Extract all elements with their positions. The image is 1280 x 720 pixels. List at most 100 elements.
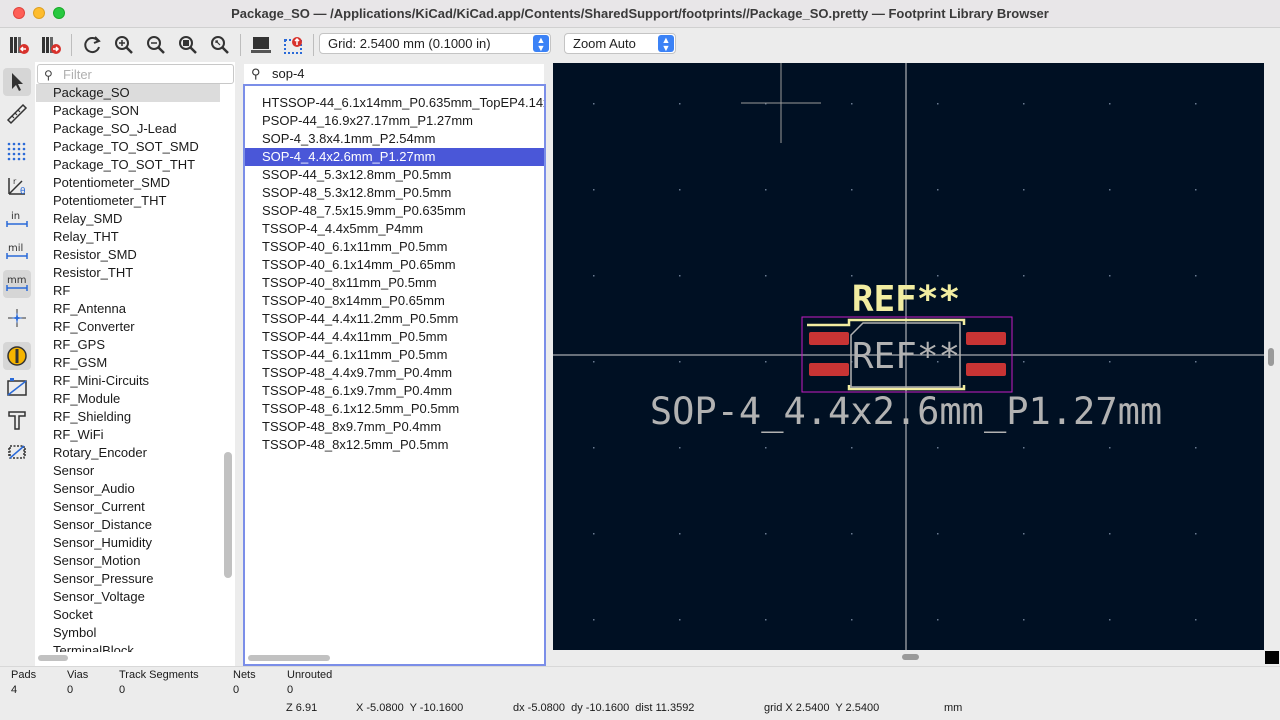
library-list-item[interactable]: Sensor_Pressure: [36, 570, 220, 588]
zoom-in-icon[interactable]: [111, 32, 137, 58]
units-mm-icon[interactable]: mm: [3, 270, 31, 298]
footprint-list-item[interactable]: TSSOP-4_4.4x5mm_P4mm: [245, 220, 544, 238]
grid-dot: [1109, 189, 1111, 191]
library-list-item[interactable]: RF_Mini-Circuits: [36, 372, 220, 390]
zoom-out-icon[interactable]: [143, 32, 169, 58]
library-list-item[interactable]: RF_Shielding: [36, 408, 220, 426]
grid-select[interactable]: Grid: 2.5400 mm (0.1000 in) ▲ ▼: [319, 33, 551, 54]
library-list-item[interactable]: Sensor_Audio: [36, 480, 220, 498]
grid-toggle-icon[interactable]: [3, 138, 31, 166]
footprint-list-item[interactable]: TSSOP-44_4.4x11.2mm_P0.5mm: [245, 310, 544, 328]
reference-fab-text[interactable]: REF**: [852, 336, 960, 377]
grid-dot: [851, 533, 853, 535]
pad-3[interactable]: [966, 363, 1006, 376]
footprint-list-item[interactable]: TSSOP-40_6.1x14mm_P0.65mm: [245, 256, 544, 274]
canvas-drawing: REF** REF** SOP-4_4.4x2.6mm_P1.27mm: [553, 63, 1264, 650]
pad-1[interactable]: [809, 332, 849, 345]
library-list-item[interactable]: Relay_SMD: [36, 210, 220, 228]
library-list-item[interactable]: RF_WiFi: [36, 426, 220, 444]
library-list-item[interactable]: Socket: [36, 606, 220, 624]
library-list-vertical-scrollbar[interactable]: [224, 452, 232, 578]
footprint-list-item[interactable]: TSSOP-44_6.1x11mm_P0.5mm: [245, 346, 544, 364]
footprint-list-item[interactable]: TSSOP-48_8x9.7mm_P0.4mm: [245, 418, 544, 436]
library-list-item[interactable]: Sensor_Current: [36, 498, 220, 516]
footprint-list-item[interactable]: SSOP-44_5.3x12.8mm_P0.5mm: [245, 166, 544, 184]
footprint-canvas[interactable]: REF** REF** SOP-4_4.4x2.6mm_P1.27mm: [553, 63, 1264, 650]
library-list-item[interactable]: Sensor_Voltage: [36, 588, 220, 606]
measure-tool-icon[interactable]: [3, 100, 31, 128]
units-mil-icon[interactable]: mil: [3, 238, 31, 266]
footprint-list-item[interactable]: SSOP-48_5.3x12.8mm_P0.5mm: [245, 184, 544, 202]
pad-2[interactable]: [809, 363, 849, 376]
library-list-item[interactable]: Package_TO_SOT_THT: [36, 156, 220, 174]
3d-viewer-icon[interactable]: [248, 32, 274, 58]
library-list-item[interactable]: RF_GPS: [36, 336, 220, 354]
footprint-list-item[interactable]: TSSOP-48_4.4x9.7mm_P0.4mm: [245, 364, 544, 382]
redraw-icon[interactable]: [79, 32, 105, 58]
footprint-list-item[interactable]: TSSOP-40_8x11mm_P0.5mm: [245, 274, 544, 292]
library-list-horizontal-scrollbar[interactable]: [38, 655, 68, 661]
library-list-item[interactable]: Sensor_Motion: [36, 552, 220, 570]
footprint-search-input[interactable]: ⚲ sop-4: [244, 64, 544, 84]
library-list-item[interactable]: RF_GSM: [36, 354, 220, 372]
footprint-list-item[interactable]: SOP-4_4.4x2.6mm_P1.27mm: [245, 148, 544, 166]
grid-dot: [1109, 103, 1111, 105]
library-list-item[interactable]: Package_SO_J-Lead: [36, 120, 220, 138]
library-list-item[interactable]: Rotary_Encoder: [36, 444, 220, 462]
library-list-item[interactable]: Potentiometer_THT: [36, 192, 220, 210]
pane-splitter[interactable]: [236, 62, 243, 666]
pad-display-mode-icon[interactable]: [3, 342, 31, 370]
zoom-readout: Z 6.91: [286, 702, 318, 714]
left-toolbar: θr in mil mm: [0, 62, 34, 666]
footprint-list-item[interactable]: HTSSOP-44_6.1x14mm_P0.635mm_TopEP4.14x7.…: [245, 94, 544, 112]
zoom-selection-icon[interactable]: [207, 32, 233, 58]
library-list-item[interactable]: Package_TO_SOT_SMD: [36, 138, 220, 156]
footprint-list-item[interactable]: TSSOP-48_6.1x9.7mm_P0.4mm: [245, 382, 544, 400]
library-list-item[interactable]: RF: [36, 282, 220, 300]
footprint-value-text[interactable]: SOP-4_4.4x2.6mm_P1.27mm: [650, 390, 1162, 434]
footprint-list-horizontal-scrollbar[interactable]: [248, 655, 330, 661]
library-list-item[interactable]: Sensor: [36, 462, 220, 480]
library-list-item[interactable]: Resistor_THT: [36, 264, 220, 282]
svg-text:θ: θ: [20, 187, 26, 197]
insert-footprint-icon[interactable]: [280, 32, 306, 58]
cursor-style-icon[interactable]: [3, 304, 31, 332]
library-list-item[interactable]: Potentiometer_SMD: [36, 174, 220, 192]
library-list-item[interactable]: TerminalBlock: [36, 642, 220, 652]
footprint-outline-mode-icon[interactable]: [3, 438, 31, 466]
library-list-item[interactable]: Package_SO: [36, 84, 220, 102]
library-filter-input[interactable]: ⚲ Filter: [37, 64, 234, 84]
reference-silkscreen-text[interactable]: REF**: [852, 279, 960, 320]
library-list-item[interactable]: RF_Converter: [36, 318, 220, 336]
pad-4[interactable]: [966, 332, 1006, 345]
footprint-list-item[interactable]: TSSOP-48_6.1x12.5mm_P0.5mm: [245, 400, 544, 418]
text-outline-mode-icon[interactable]: [3, 406, 31, 434]
library-list-item[interactable]: Sensor_Humidity: [36, 534, 220, 552]
library-list-item[interactable]: Package_SON: [36, 102, 220, 120]
library-list-item[interactable]: RF_Antenna: [36, 300, 220, 318]
next-footprint-icon[interactable]: [38, 32, 64, 58]
unrouted-label: Unrouted: [287, 669, 333, 681]
library-list-item[interactable]: Relay_THT: [36, 228, 220, 246]
library-list-item[interactable]: Sensor_Distance: [36, 516, 220, 534]
graphic-outline-mode-icon[interactable]: [3, 374, 31, 402]
footprint-list-item[interactable]: PSOP-44_16.9x27.17mm_P1.27mm: [245, 112, 544, 130]
canvas-horizontal-scrollbar[interactable]: [902, 654, 919, 660]
library-list-item[interactable]: RF_Module: [36, 390, 220, 408]
previous-footprint-icon[interactable]: [6, 32, 32, 58]
footprint-list-item[interactable]: SOP-4_3.8x4.1mm_P2.54mm: [245, 130, 544, 148]
zoom-fit-icon[interactable]: [175, 32, 201, 58]
footprint-list-item[interactable]: TSSOP-48_8x12.5mm_P0.5mm: [245, 436, 544, 454]
footprint-list-item[interactable]: TSSOP-40_8x14mm_P0.65mm: [245, 292, 544, 310]
footprint-list-item[interactable]: TSSOP-40_6.1x11mm_P0.5mm: [245, 238, 544, 256]
select-tool-icon[interactable]: [3, 68, 31, 96]
polar-coordinates-icon[interactable]: θr: [3, 172, 31, 200]
footprint-list-item[interactable]: TSSOP-44_4.4x11mm_P0.5mm: [245, 328, 544, 346]
zoom-select[interactable]: Zoom Auto ▲ ▼: [564, 33, 676, 54]
footprint-list-item[interactable]: SSOP-48_7.5x15.9mm_P0.635mm: [245, 202, 544, 220]
library-list-item[interactable]: Resistor_SMD: [36, 246, 220, 264]
units-inch-icon[interactable]: in: [3, 206, 31, 234]
library-list-item[interactable]: Symbol: [36, 624, 220, 642]
grid-dot: [1023, 619, 1025, 621]
canvas-vertical-scrollbar[interactable]: [1268, 348, 1274, 366]
